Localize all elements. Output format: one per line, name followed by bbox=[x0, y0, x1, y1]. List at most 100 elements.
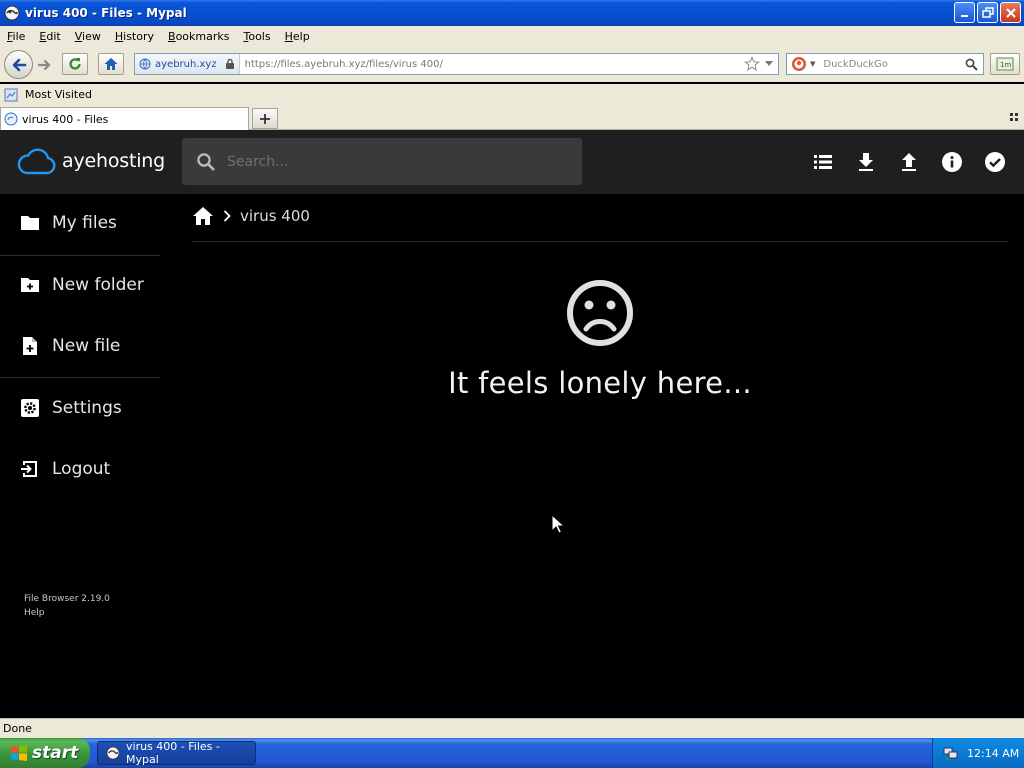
menu-help[interactable]: Help bbox=[278, 30, 317, 43]
tab-label: virus 400 - Files bbox=[22, 112, 109, 126]
help-link[interactable]: Help bbox=[24, 606, 110, 620]
settings-gear-icon bbox=[20, 398, 40, 418]
extension-icon: 1m bbox=[996, 57, 1014, 71]
check-circle-icon bbox=[985, 152, 1005, 172]
sidebar-item-my-files[interactable]: My files bbox=[0, 199, 160, 247]
menu-file[interactable]: File bbox=[0, 30, 32, 43]
extension-button[interactable]: 1m bbox=[990, 53, 1020, 75]
home-button[interactable] bbox=[98, 53, 124, 75]
home-icon bbox=[104, 58, 118, 70]
window-titlebar[interactable]: virus 400 - Files - Mypal bbox=[0, 0, 1024, 26]
tab-strip: virus 400 - Files bbox=[0, 105, 1024, 130]
breadcrumb-folder[interactable]: virus 400 bbox=[240, 207, 310, 225]
sidebar-item-new-folder[interactable]: New folder bbox=[0, 261, 160, 309]
reload-button[interactable] bbox=[62, 53, 88, 75]
tab-favicon-icon bbox=[4, 112, 18, 126]
forward-arrow-icon bbox=[37, 59, 51, 71]
sidebar-item-logout[interactable]: Logout bbox=[0, 445, 160, 493]
sidebar-item-label: New folder bbox=[52, 275, 144, 295]
navigation-toolbar: ayebruh.xyz https://files.ayebruh.xyz/fi… bbox=[0, 46, 1024, 82]
search-engine-placeholder[interactable]: DuckDuckGo bbox=[823, 59, 965, 70]
tab-virus-400[interactable]: virus 400 - Files bbox=[0, 107, 249, 130]
sidebar-divider bbox=[0, 255, 160, 256]
menu-edit[interactable]: Edit bbox=[32, 30, 67, 43]
cloud-logo-icon bbox=[16, 146, 56, 176]
select-multiple-button[interactable] bbox=[980, 147, 1010, 177]
svg-text:1m: 1m bbox=[1000, 61, 1011, 69]
url-dropdown-icon[interactable] bbox=[764, 60, 774, 68]
menu-bookmarks[interactable]: Bookmarks bbox=[161, 30, 236, 43]
minimize-button[interactable] bbox=[954, 2, 975, 23]
window-title: virus 400 - Files - Mypal bbox=[25, 6, 187, 20]
tab-list-icon[interactable] bbox=[1010, 113, 1019, 122]
new-tab-button[interactable] bbox=[252, 108, 278, 129]
bookmark-star-icon[interactable] bbox=[744, 56, 760, 72]
breadcrumb: virus 400 bbox=[192, 206, 310, 226]
start-label: start bbox=[32, 743, 79, 763]
url-bar[interactable]: ayebruh.xyz https://files.ayebruh.xyz/fi… bbox=[134, 53, 779, 75]
new-file-icon bbox=[20, 336, 40, 356]
chevron-right-icon bbox=[223, 210, 231, 222]
most-visited-icon bbox=[4, 88, 18, 102]
sidebar-item-label: Logout bbox=[52, 459, 111, 479]
close-button[interactable] bbox=[1000, 2, 1021, 23]
site-identity[interactable]: ayebruh.xyz bbox=[135, 54, 240, 74]
search-input[interactable]: Search... bbox=[227, 154, 288, 170]
folder-icon bbox=[20, 214, 40, 232]
back-button[interactable] bbox=[4, 50, 33, 79]
upload-button[interactable] bbox=[894, 147, 924, 177]
info-button[interactable] bbox=[937, 147, 967, 177]
empty-state: It feels lonely here... bbox=[192, 278, 1008, 400]
engine-dropdown-icon[interactable]: ▼ bbox=[810, 60, 815, 68]
restore-button[interactable] bbox=[977, 2, 998, 23]
site-identity-label: ayebruh.xyz bbox=[155, 58, 217, 70]
new-folder-icon bbox=[20, 276, 40, 294]
credits: File Browser 2.19.0 Help bbox=[24, 592, 110, 620]
download-button[interactable] bbox=[851, 147, 881, 177]
url-text[interactable]: https://files.ayebruh.xyz/files/virus 40… bbox=[240, 59, 744, 70]
mypal-app-icon bbox=[106, 746, 120, 760]
plus-icon bbox=[260, 113, 270, 124]
sidebar-item-new-file[interactable]: New file bbox=[0, 322, 160, 370]
home-icon[interactable] bbox=[192, 206, 214, 226]
main-content: virus 400 It feels lonely here... bbox=[192, 194, 1008, 718]
mouse-cursor-icon bbox=[551, 514, 564, 534]
version-link[interactable]: File Browser 2.19.0 bbox=[24, 592, 110, 606]
status-text: Done bbox=[3, 722, 32, 735]
search-bar[interactable]: ▼ DuckDuckGo bbox=[786, 53, 984, 75]
sidebar: My files New folder New file Settings Lo… bbox=[0, 194, 160, 718]
app-header: ayehosting Search... bbox=[0, 130, 1024, 194]
forward-button[interactable] bbox=[34, 54, 56, 76]
menu-bar: File Edit View History Bookmarks Tools H… bbox=[0, 26, 1024, 46]
upload-icon bbox=[902, 153, 916, 171]
reload-icon bbox=[69, 58, 81, 70]
lock-icon bbox=[225, 58, 235, 70]
sidebar-item-settings[interactable]: Settings bbox=[0, 384, 160, 432]
back-arrow-icon bbox=[12, 58, 26, 71]
search-icon[interactable] bbox=[965, 58, 978, 71]
mypal-app-icon bbox=[4, 5, 20, 21]
system-tray: 12:14 AM bbox=[932, 738, 1024, 768]
windows-flag-icon bbox=[10, 744, 28, 762]
header-actions bbox=[808, 147, 1023, 177]
empty-message: It feels lonely here... bbox=[448, 366, 752, 400]
sidebar-item-label: My files bbox=[52, 213, 117, 233]
menu-view[interactable]: View bbox=[68, 30, 108, 43]
taskbar-item-mypal[interactable]: virus 400 - Files - Mypal bbox=[97, 740, 256, 766]
most-visited-bookmark[interactable]: Most Visited bbox=[25, 88, 92, 101]
file-browser-app: ayehosting Search... My files New folder… bbox=[0, 130, 1024, 718]
sidebar-divider bbox=[0, 377, 160, 378]
app-search[interactable]: Search... bbox=[182, 138, 582, 185]
search-icon bbox=[196, 152, 216, 172]
taskbar: start virus 400 - Files - Mypal 12:14 AM bbox=[0, 738, 1024, 768]
start-button[interactable]: start bbox=[0, 738, 90, 768]
menu-history[interactable]: History bbox=[108, 30, 161, 43]
brand[interactable]: ayehosting bbox=[16, 146, 165, 176]
info-icon bbox=[942, 152, 962, 172]
status-bar: Done bbox=[0, 718, 1024, 738]
network-icon[interactable] bbox=[943, 745, 959, 761]
duckduckgo-icon[interactable] bbox=[791, 56, 807, 72]
logout-icon bbox=[20, 459, 40, 479]
switch-view-button[interactable] bbox=[808, 147, 838, 177]
menu-tools[interactable]: Tools bbox=[236, 30, 277, 43]
